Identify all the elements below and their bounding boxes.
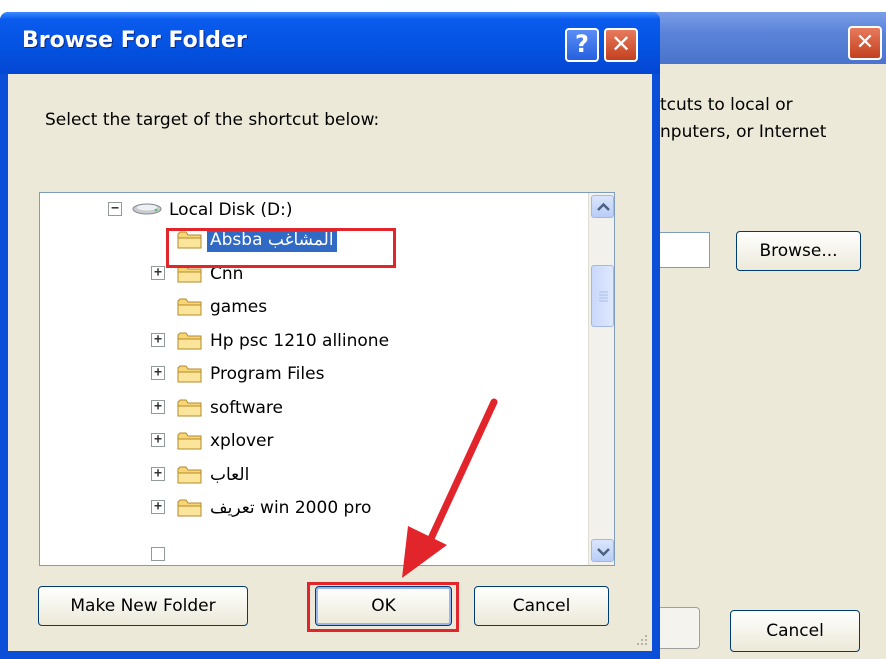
tree-row[interactable]: + تعريف win 2000 pro [151,493,531,523]
collapse-icon[interactable]: − [108,202,122,216]
dialog-title: Browse For Folder [22,28,247,53]
background-browse-button[interactable]: Browse... [736,231,861,271]
folder-icon [177,499,202,517]
tree-item-label: xplover [210,431,274,451]
scroll-up-button[interactable] [591,195,614,218]
expand-icon[interactable]: + [151,265,165,280]
folder-icon [177,399,202,416]
folder-icon [177,466,202,483]
browse-for-folder-dialog: Browse For Folder ? ✕ Select the target … [0,12,660,659]
title-bar[interactable]: Browse For Folder ? ✕ [0,12,660,74]
tree-item-label: العاب [210,464,250,485]
tree-vertical-scrollbar[interactable] [588,193,614,565]
tree-root-row[interactable]: − Local Disk (D:) [108,195,508,225]
tree-row[interactable]: + Program Files [151,359,531,389]
background-text-line-1: tcuts to local or [660,95,793,115]
folder-icon [177,332,202,349]
chevron-up-icon [597,202,610,211]
background-description: tcuts to local or nputers, or Internet [660,92,886,146]
expand-icon[interactable]: + [151,500,165,514]
tree-root-label: Local Disk (D:) [169,200,293,220]
help-button[interactable]: ? [565,28,599,62]
expand-icon[interactable]: + [151,332,165,347]
expand-icon[interactable]: + [151,366,165,380]
expand-icon[interactable] [151,547,165,561]
tree-row[interactable]: + العاب [151,460,531,490]
dialog-prompt: Select the target of the shortcut below: [45,110,380,130]
resize-grip-icon[interactable] [630,630,650,650]
tree-row-partial[interactable] [151,541,251,565]
cancel-button[interactable]: Cancel [474,586,609,626]
folder-icon [177,298,202,316]
scroll-down-button[interactable] [591,539,614,562]
annotation-highlight-selected-folder [166,228,396,268]
folder-icon [177,432,202,450]
tree-item-label: games [210,297,268,317]
chevron-down-icon [597,548,610,557]
scroll-thumb[interactable] [591,265,614,327]
tree-item-label: تعريف win 2000 pro [210,498,372,518]
close-button[interactable]: ✕ [604,28,638,62]
background-close-button[interactable]: ✕ [848,26,882,60]
annotation-highlight-ok-button [307,582,459,632]
dialog-client-area: Select the target of the shortcut below:… [8,74,652,651]
make-new-folder-button[interactable]: Make New Folder [38,586,248,626]
expand-icon[interactable]: + [151,399,165,414]
screenshot-stage: ✕ tcuts to local or nputers, or Internet… [0,0,886,659]
grip-lines-icon [599,291,608,302]
tree-item-label: Hp psc 1210 allinone [210,330,390,351]
tree-item-label: Program Files [210,364,325,384]
tree-row[interactable]: + software [151,393,531,423]
tree-row[interactable]: games [151,292,531,322]
expand-icon[interactable]: + [151,433,165,447]
tree-item-label: software [210,397,284,418]
tree-row[interactable]: + Hp psc 1210 allinone [151,326,531,356]
expand-icon[interactable]: + [151,466,165,481]
background-text-line-2: nputers, or Internet [660,122,827,142]
drive-icon [132,203,162,215]
background-cancel-button[interactable]: Cancel [730,610,860,652]
folder-icon [177,365,202,383]
tree-row[interactable]: + xplover [151,426,531,456]
